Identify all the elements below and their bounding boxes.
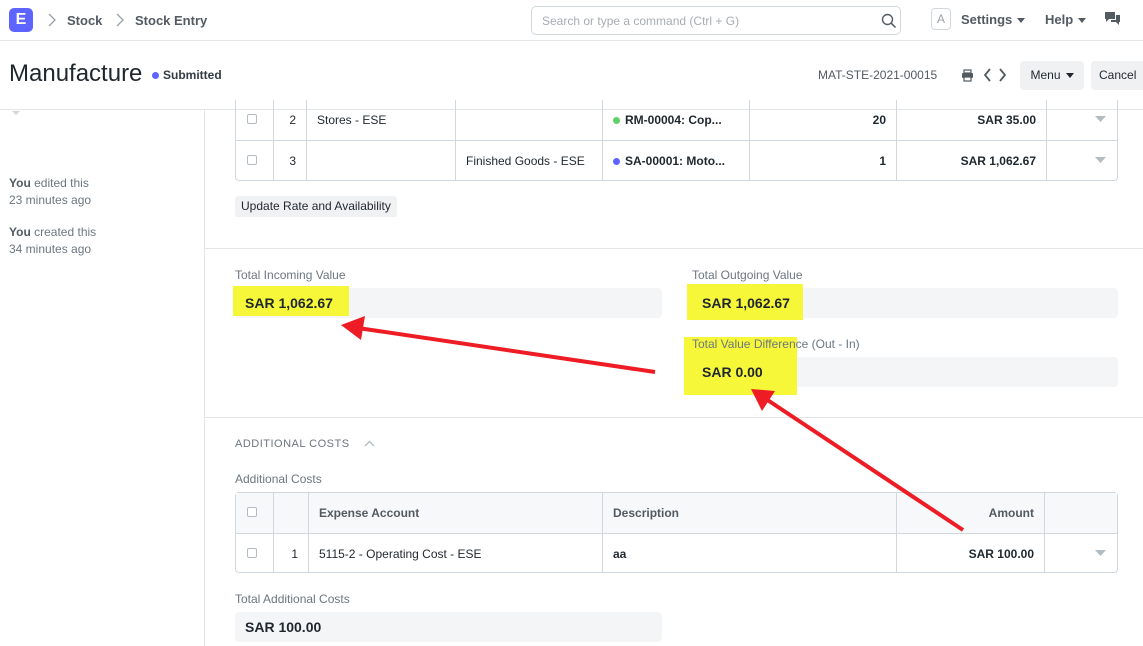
menu-button[interactable]: Menu — [1020, 61, 1084, 90]
additional-costs-section-title[interactable]: ADDITIONAL COSTS — [235, 438, 350, 450]
row-index: 2 — [274, 100, 307, 140]
item-status-dot — [613, 158, 620, 166]
menu-label: Menu — [1030, 68, 1061, 82]
target-warehouse-cell[interactable]: Finished Goods - ESE — [456, 141, 603, 180]
total-outgoing-label: Total Outgoing Value — [692, 268, 803, 282]
timeline-action: edited this — [34, 176, 89, 190]
table-header-row: Expense Account Description Amount — [236, 493, 1117, 533]
qty-cell[interactable]: 1 — [750, 141, 897, 180]
expense-account-cell[interactable]: 5115-2 - Operating Cost - ESE — [309, 534, 603, 573]
total-incoming-value: SAR 1,062.67 — [245, 295, 333, 311]
header-check-cell — [236, 493, 274, 533]
row-check-cell — [236, 100, 274, 140]
total-additional-costs-label: Total Additional Costs — [235, 592, 350, 606]
table-row[interactable]: 1 5115-2 - Operating Cost - ESE aa SAR 1… — [236, 533, 1117, 573]
total-difference-field — [797, 357, 1118, 387]
print-icon[interactable] — [961, 69, 974, 82]
timeline-action: created this — [34, 225, 97, 239]
row-dropdown-icon[interactable] — [1095, 550, 1106, 557]
item-code: SA-00001: Moto... — [625, 154, 726, 168]
item-code-cell[interactable]: RM-00004: Cop... — [603, 100, 750, 140]
header-amount: Amount — [897, 493, 1045, 533]
annotation-arrow — [341, 316, 656, 374]
chevron-down-icon[interactable] — [11, 110, 21, 118]
search-icon[interactable] — [881, 13, 897, 29]
total-additional-costs-value: SAR 100.00 — [245, 619, 322, 635]
timeline-time: 23 minutes ago — [9, 193, 92, 207]
amount-cell[interactable]: SAR 100.00 — [897, 534, 1045, 573]
source-warehouse-cell[interactable]: Stores - ESE — [307, 100, 456, 140]
rate-cell[interactable]: SAR 35.00 — [897, 100, 1047, 140]
row-dropdown-icon[interactable] — [1095, 157, 1106, 164]
items-table: 2 Stores - ESE RM-00004: Cop... 20 SAR 3… — [235, 100, 1118, 181]
search-input[interactable] — [542, 12, 872, 30]
chevron-up-icon[interactable] — [364, 440, 375, 447]
select-all-checkbox[interactable] — [247, 507, 257, 517]
row-checkbox[interactable] — [247, 155, 257, 165]
chevron-right-icon — [116, 13, 124, 27]
row-dropdown-icon[interactable] — [1095, 116, 1106, 123]
item-code: RM-00004: Cop... — [625, 113, 722, 127]
breadcrumb-stock[interactable]: Stock — [67, 13, 102, 28]
chevron-left-icon[interactable] — [983, 68, 992, 82]
navbar: E Stock Stock Entry A Settings Help — [0, 0, 1143, 41]
status-badge: Submitted — [163, 68, 222, 82]
row-check-cell — [236, 141, 274, 180]
user-avatar[interactable]: A — [931, 8, 951, 30]
section-divider — [205, 417, 1143, 418]
additional-costs-table: Expense Account Description Amount 1 511… — [235, 492, 1118, 573]
rate-cell[interactable]: SAR 1,062.67 — [897, 141, 1047, 180]
search-bar — [531, 6, 901, 35]
status-indicator-dot — [152, 72, 159, 79]
caret-down-icon — [1017, 18, 1026, 24]
help-dropdown[interactable]: Help — [1045, 12, 1087, 27]
caret-down-icon — [1065, 73, 1074, 79]
section-divider — [205, 248, 1143, 249]
update-rate-button[interactable]: Update Rate and Availability — [235, 196, 397, 217]
additional-costs-label: Additional Costs — [235, 472, 322, 486]
row-index: 1 — [274, 534, 309, 573]
cancel-button[interactable]: Cancel — [1091, 61, 1143, 90]
table-row[interactable]: 3 Finished Goods - ESE SA-00001: Moto...… — [236, 140, 1117, 180]
item-code-cell[interactable]: SA-00001: Moto... — [603, 141, 750, 180]
chat-icon[interactable] — [1104, 11, 1121, 27]
row-checkbox[interactable] — [247, 548, 257, 558]
description-cell[interactable]: aa — [603, 534, 897, 573]
header-index-cell — [274, 493, 309, 533]
total-outgoing-value: SAR 1,062.67 — [702, 295, 790, 311]
row-checkbox[interactable] — [247, 114, 257, 124]
app-logo[interactable]: E — [9, 8, 33, 32]
chevron-right-icon — [48, 13, 56, 27]
source-warehouse-cell[interactable] — [307, 141, 456, 180]
help-label: Help — [1045, 12, 1074, 27]
breadcrumb-stock-entry[interactable]: Stock Entry — [135, 13, 207, 28]
qty-cell[interactable]: 20 — [750, 100, 897, 140]
total-difference-value: SAR 0.00 — [702, 364, 763, 380]
timeline-item: You created this 34 minutes ago — [9, 224, 96, 258]
timeline-item: You edited this 23 minutes ago — [9, 175, 91, 209]
table-row[interactable]: 2 Stores - ESE RM-00004: Cop... 20 SAR 3… — [236, 100, 1117, 140]
caret-down-icon — [1078, 18, 1087, 24]
target-warehouse-cell[interactable] — [456, 100, 603, 140]
total-incoming-label: Total Incoming Value — [235, 268, 346, 282]
total-difference-label: Total Value Difference (Out - In) — [692, 337, 860, 351]
row-index: 3 — [274, 141, 307, 180]
timeline-time: 34 minutes ago — [9, 242, 92, 256]
timeline-user[interactable]: You — [9, 225, 31, 239]
page-title: Manufacture — [9, 60, 143, 87]
document-name: MAT-STE-2021-00015 — [818, 68, 938, 82]
header-expense-account: Expense Account — [309, 493, 603, 533]
settings-dropdown[interactable]: Settings — [961, 12, 1026, 27]
chevron-right-icon[interactable] — [998, 68, 1007, 82]
header-description: Description — [603, 493, 897, 533]
row-check-cell — [236, 534, 274, 573]
item-status-dot — [613, 117, 620, 125]
timeline-user[interactable]: You — [9, 176, 31, 190]
settings-label: Settings — [961, 12, 1013, 27]
sidebar-divider — [204, 110, 205, 646]
